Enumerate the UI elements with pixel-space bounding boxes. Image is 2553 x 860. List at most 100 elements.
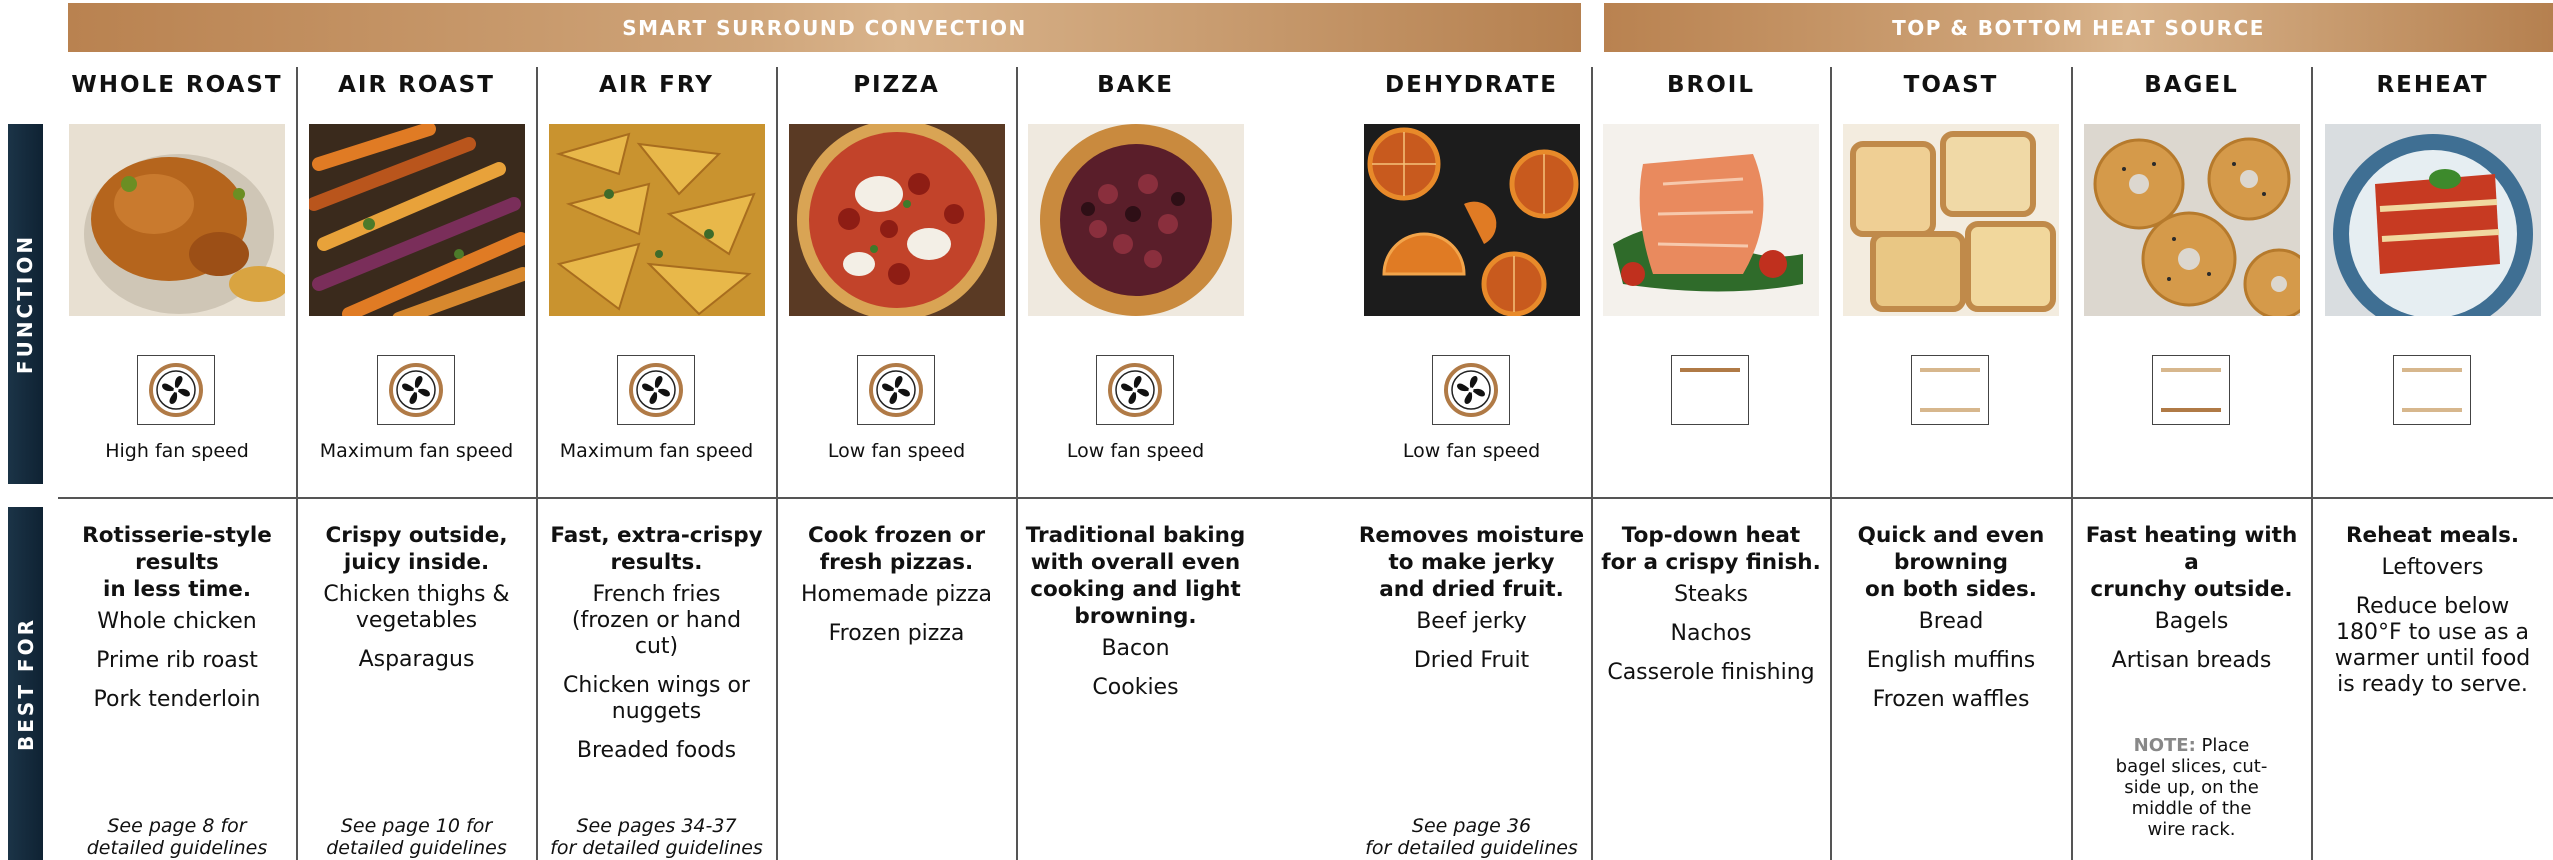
headline-line: on both sides.: [1865, 577, 2037, 602]
fan-speed-label: Maximum fan speed: [559, 440, 754, 462]
food-image: [788, 124, 1005, 316]
best-for-label: BEST FOR: [13, 616, 38, 751]
fan-speed-label: High fan speed: [105, 440, 249, 462]
best-for-headline: Crispy outside, juicy inside.: [303, 522, 530, 576]
best-for-item: Chicken thighs & vegetables: [323, 582, 510, 633]
headline-line: Traditional baking: [1025, 523, 1246, 548]
headline-line: Removes moisture: [1358, 523, 1585, 548]
best-for-section: Cook frozen or fresh pizzas. Homemade pizz…: [777, 522, 1016, 660]
best-for-item: Frozen waffles: [1872, 687, 2030, 712]
guide-line: for detailed guidelines: [550, 837, 763, 859]
note-line: NOTE: Place: [2072, 735, 2311, 756]
function-column-dehydrate: DEHYDRATE Low fan speed Removes moisture t…: [1352, 0, 1591, 860]
best-for-headline: Cook frozen or fresh pizzas.: [783, 522, 1010, 576]
headline-line: cooking and light: [1030, 577, 1241, 602]
bagel-note: NOTE: Place bagel slices, cut-side up, on…: [2072, 735, 2311, 840]
food-photo: [1843, 124, 2059, 316]
food-image: [308, 124, 525, 316]
function-column-toast: TOAST Quick and even browning on both side…: [1831, 0, 2071, 860]
note-line: middle of the: [2131, 798, 2252, 819]
best-for-side-tab: BEST FOR: [8, 507, 43, 860]
food-photo: [1363, 124, 1580, 316]
function-title: DEHYDRATE: [1385, 72, 1558, 98]
best-for-item: Leftovers: [2381, 555, 2484, 580]
note-line: bagel slices, cut-: [2115, 756, 2268, 777]
food-photo: [788, 124, 1005, 316]
function-column-bake: BAKE Low fan speed Traditional baking with…: [1017, 0, 1254, 860]
food-image: [1603, 124, 1819, 316]
best-for-headline: Top-down heat for a crispy finish.: [1598, 522, 1824, 576]
headline-line: Cook frozen or: [807, 523, 986, 548]
top-heat-icon: [1680, 368, 1740, 372]
food-photo: [1603, 124, 1819, 316]
best-for-section: Crispy outside, juicy inside. Chicken thig…: [297, 522, 536, 686]
headline-line: Top-down heat: [1621, 523, 1801, 548]
headline-line: Rotisserie-style: [82, 523, 272, 548]
food-image: [1843, 124, 2059, 316]
guidelines-reference: See pages 34-37 for detailed guidelines: [537, 815, 776, 859]
best-for-section: Fast, extra-crispy results. French fries (…: [537, 522, 776, 777]
function-column-whole-roast: WHOLE ROAST High fan speed Rotisserie-sty…: [58, 0, 296, 860]
headline-line: browning: [1894, 550, 2008, 575]
heating-icon-box: [2392, 355, 2471, 425]
function-title: BAGEL: [2144, 72, 2239, 98]
best-for-headline: Quick and even browning on both sides.: [1837, 522, 2065, 603]
best-for-section: Quick and even browning on both sides. Brea…: [1831, 522, 2071, 726]
guide-line: See page 8 for: [107, 815, 247, 837]
headline-line: Crispy outside,: [325, 523, 508, 548]
headline-line: and dried fruit.: [1379, 577, 1564, 602]
heating-icon-box: [856, 355, 935, 425]
best-for-item: Asparagus: [358, 647, 475, 672]
fan-speed-label: Low fan speed: [1402, 440, 1541, 462]
best-for-item: Bagels: [2154, 609, 2229, 634]
headline-line: Quick and even: [1857, 523, 2045, 548]
function-column-reheat: REHEAT Reheat meals. Leftovers Reduce belo…: [2312, 0, 2553, 860]
best-for-item: English muffins: [1866, 648, 2036, 673]
fan-icon: [388, 363, 443, 417]
food-image: [69, 124, 285, 316]
best-for-item: Whole chicken: [97, 609, 257, 634]
fan-icon: [1107, 363, 1162, 417]
food-photo: [308, 124, 525, 316]
best-for-item: Dried Fruit: [1413, 648, 1530, 673]
headline-line: to make jerky: [1388, 550, 1555, 575]
headline-line: results: [135, 550, 219, 575]
function-column-broil: BROIL Top-down heat for a crispy finish. S…: [1592, 0, 1830, 860]
food-image: [2324, 124, 2541, 316]
function-title: REHEAT: [2376, 72, 2489, 98]
headline-line: juicy inside.: [343, 550, 490, 575]
top-bottom-heat-icon: [1920, 368, 1980, 412]
guidelines-reference: See page 10 for detailed guidelines: [297, 815, 536, 859]
fan-speed-label: Low fan speed: [1066, 440, 1205, 462]
note-label: NOTE:: [2133, 735, 2196, 756]
guide-line: detailed guidelines: [86, 837, 268, 859]
guidelines-reference: See page 36 for detailed guidelines: [1352, 815, 1591, 859]
fan-speed-label: Low fan speed: [827, 440, 966, 462]
guide-line: See page 36: [1411, 815, 1532, 837]
note-text: Place: [2195, 735, 2250, 756]
best-for-item: Nachos: [1670, 621, 1752, 646]
best-for-item: Bacon: [1101, 636, 1170, 661]
best-for-section: Reheat meals. Leftovers Reduce below 180°F…: [2312, 522, 2553, 711]
heating-icon-box: [137, 355, 215, 425]
best-for-item: Beef jerky: [1416, 609, 1527, 634]
note-line: side up, on the: [2124, 777, 2259, 798]
heating-icon-box: [376, 355, 455, 425]
best-for-item: Artisan breads: [2111, 648, 2272, 673]
best-for-headline: Removes moisture to make jerky and dried f…: [1358, 522, 1585, 603]
best-for-headline: Traditional baking with overall even cooki…: [1023, 522, 1248, 630]
best-for-item: French fries (frozen or hand cut): [571, 582, 742, 659]
headline-line: with overall even: [1030, 550, 1241, 575]
function-column-air-fry: AIR FRY Maximum fan speed Fast, extra-cri…: [537, 0, 776, 860]
food-image: [548, 124, 765, 316]
headline-line: in less time.: [103, 577, 251, 602]
guide-line: See pages 34-37: [576, 815, 737, 837]
function-title: AIR ROAST: [338, 72, 495, 98]
best-for-item: Breaded foods: [576, 738, 737, 763]
note-line: wire rack.: [2147, 819, 2236, 840]
best-for-section: Rotisserie-style results in less time. Whol…: [58, 522, 296, 726]
fan-speed-label: Maximum fan speed: [319, 440, 514, 462]
function-column-air-roast: AIR ROAST Maximum fan speed Crispy outsid…: [297, 0, 536, 860]
bottom-heat-icon: [2160, 368, 2221, 412]
food-image: [1363, 124, 1580, 316]
